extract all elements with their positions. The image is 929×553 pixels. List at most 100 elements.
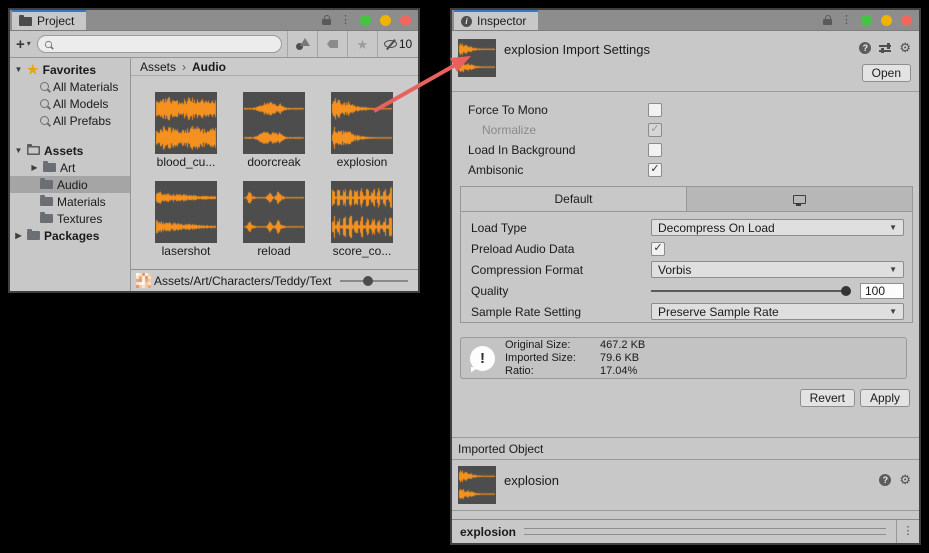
foldout-open-icon[interactable]: ▼ <box>14 66 23 74</box>
import-options: Force To Mono Normalize Load In Backgrou… <box>452 92 919 180</box>
foldout-closed-icon[interactable]: ▶ <box>14 232 23 240</box>
plus-icon: + <box>16 37 25 52</box>
hidden-items-button[interactable]: 10 <box>378 31 418 57</box>
asset-item-doorcreak[interactable]: doorcreak <box>243 92 305 169</box>
chevron-down-icon: ▼ <box>889 266 897 274</box>
sidebar-item-all-materials[interactable]: All Materials <box>10 78 130 95</box>
create-asset-button[interactable]: + ▾ <box>16 37 31 52</box>
chevron-down-icon: ▾ <box>27 40 31 48</box>
sidebar-item-art[interactable]: ▶ Art <box>10 159 130 176</box>
search-by-type-button[interactable] <box>288 31 317 57</box>
asset-label: lasershot <box>162 244 211 258</box>
hidden-count: 10 <box>399 37 412 51</box>
gear-icon[interactable]: ⚙ <box>899 41 911 54</box>
breadcrumb-root[interactable]: Assets <box>140 60 176 74</box>
option-force-to-mono: Force To Mono <box>452 100 919 120</box>
folder-icon <box>19 17 32 26</box>
sidebar-item-packages[interactable]: ▶ Packages <box>10 227 130 244</box>
quality-slider[interactable] <box>651 290 850 292</box>
tab-inspector[interactable]: i Inspector <box>454 10 538 30</box>
traffic-yellow-button[interactable] <box>380 15 391 26</box>
favorites-star-icon: ★ <box>27 63 39 76</box>
thumbnail-size-slider[interactable] <box>340 280 408 282</box>
presets-icon[interactable] <box>879 43 891 53</box>
import-settings-title: explosion Import Settings <box>504 42 650 57</box>
open-button[interactable]: Open <box>862 64 911 82</box>
option-load-in-background: Load In Background <box>452 140 919 160</box>
project-sidebar: ▼ ★ Favorites All Materials All Models A… <box>10 58 131 291</box>
quality-value-field[interactable]: 100 <box>860 283 904 299</box>
favorites-button[interactable]: ★ <box>348 31 377 57</box>
asset-item-blood-cu[interactable]: blood_cu... <box>155 92 217 169</box>
normalize-checkbox <box>648 123 662 137</box>
import-info-box: ! Original Size: 467.2 KB Imported Size:… <box>460 337 907 379</box>
asset-grid: blood_cu... doorcreak explosion lasersho… <box>131 76 418 269</box>
option-ambisonic: Ambisonic <box>452 160 919 180</box>
sidebar-item-audio[interactable]: Audio <box>10 176 130 193</box>
compression-format-dropdown[interactable]: Vorbis ▼ <box>651 261 904 278</box>
sample-rate-dropdown[interactable]: Preserve Sample Rate ▼ <box>651 303 904 320</box>
preload-audio-data-checkbox[interactable] <box>651 242 665 256</box>
traffic-green-button[interactable] <box>861 15 872 26</box>
asset-label: reload <box>257 244 290 258</box>
force-to-mono-checkbox[interactable] <box>648 103 662 117</box>
sidebar-item-assets[interactable]: ▼ Assets <box>10 142 130 159</box>
search-by-label-button[interactable] <box>318 31 347 57</box>
asset-item-explosion[interactable]: explosion <box>331 92 393 169</box>
panel-menu-icon[interactable]: ⋮ <box>340 15 351 26</box>
asset-label: doorcreak <box>247 155 300 169</box>
help-icon[interactable]: ? <box>859 42 871 54</box>
selected-asset-path: Assets/Art/Characters/Teddy/Text <box>154 274 331 288</box>
preview-menu-button[interactable]: ⋮ <box>896 520 919 543</box>
tab-default-platform[interactable]: Default <box>461 187 687 211</box>
foldout-closed-icon[interactable]: ▶ <box>30 164 39 172</box>
preview-toolbar: explosion ⋮ <box>452 519 919 543</box>
asset-label: explosion <box>337 155 388 169</box>
tab-standalone-platform[interactable] <box>687 187 912 211</box>
traffic-green-button[interactable] <box>360 15 371 26</box>
panel-menu-icon[interactable]: ⋮ <box>841 15 852 26</box>
field-sample-rate-setting: Sample Rate Setting Preserve Sample Rate… <box>471 301 904 322</box>
audio-clip-thumbnail <box>458 39 496 77</box>
lock-icon[interactable] <box>322 19 331 25</box>
asset-label: score_co... <box>333 244 392 258</box>
sidebar-item-materials[interactable]: Materials <box>10 193 130 210</box>
folder-icon <box>27 231 40 240</box>
gear-icon[interactable]: ⚙ <box>899 473 911 486</box>
sidebar-item-all-models[interactable]: All Models <box>10 95 130 112</box>
apply-button[interactable]: Apply <box>860 389 910 407</box>
asset-item-score-co[interactable]: score_co... <box>331 181 393 258</box>
traffic-red-button[interactable] <box>901 15 912 26</box>
slider-handle[interactable] <box>363 276 373 286</box>
asset-item-lasershot[interactable]: lasershot <box>155 181 217 258</box>
help-icon[interactable]: ? <box>879 474 891 486</box>
asset-item-reload[interactable]: reload <box>243 181 305 258</box>
slider-handle[interactable] <box>841 286 851 296</box>
ambisonic-checkbox[interactable] <box>648 163 662 177</box>
search-field[interactable] <box>37 35 282 53</box>
waveform-thumbnail <box>155 92 217 154</box>
preview-drag-handle[interactable] <box>524 528 886 535</box>
lock-icon[interactable] <box>823 19 832 25</box>
tab-project[interactable]: Project <box>12 10 86 30</box>
traffic-yellow-button[interactable] <box>881 15 892 26</box>
foldout-open-icon[interactable]: ▼ <box>14 147 23 155</box>
traffic-red-button[interactable] <box>400 15 411 26</box>
load-type-dropdown[interactable]: Decompress On Load ▼ <box>651 219 904 236</box>
breadcrumb: Assets › Audio <box>131 58 418 76</box>
search-input[interactable] <box>57 37 275 51</box>
sidebar-item-textures[interactable]: Textures <box>10 210 130 227</box>
breadcrumb-current[interactable]: Audio <box>192 60 226 74</box>
search-icon <box>40 116 49 125</box>
sidebar-item-all-prefabs[interactable]: All Prefabs <box>10 112 130 129</box>
sidebar-item-favorites[interactable]: ▼ ★ Favorites <box>10 61 130 78</box>
project-tab-label: Project <box>37 14 74 28</box>
search-icon <box>40 82 49 91</box>
revert-button[interactable]: Revert <box>800 389 855 407</box>
audio-clip-thumbnail <box>458 466 496 504</box>
platform-settings-box: Default Load Type Decompress On Load ▼ P… <box>460 186 913 323</box>
waveform-thumbnail <box>155 181 217 243</box>
folder-icon <box>40 214 53 223</box>
inspector-panel: i Inspector ⋮ explosion Import Settings … <box>450 8 921 545</box>
load-in-background-checkbox[interactable] <box>648 143 662 157</box>
